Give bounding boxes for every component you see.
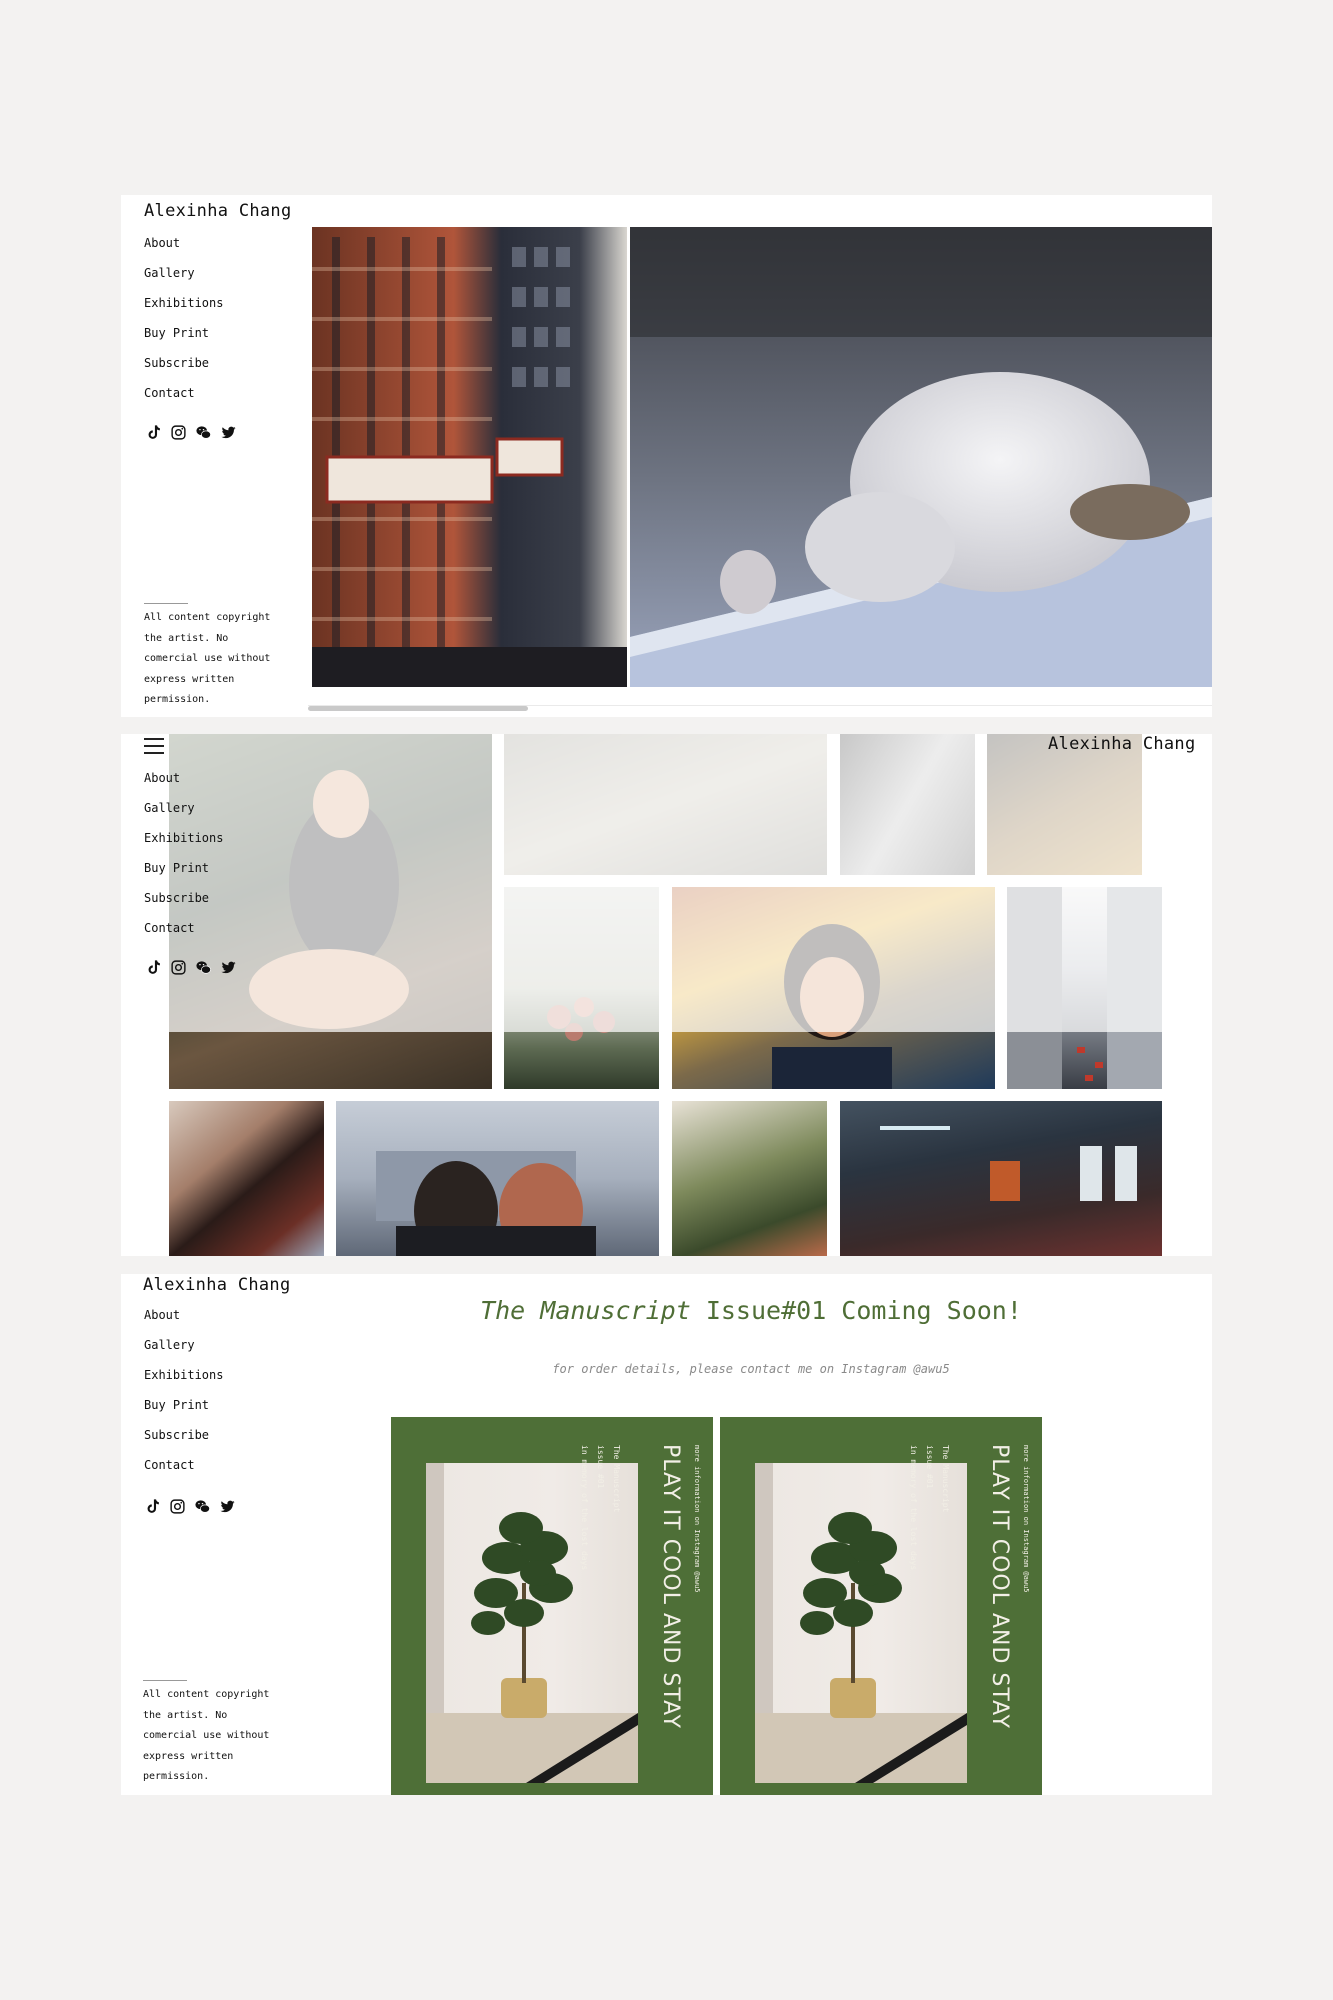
- photo-bw-person[interactable]: [840, 734, 975, 875]
- photo-white-cat[interactable]: [630, 227, 1212, 687]
- cover-line-1: The Manuscript: [941, 1445, 950, 1513]
- nav-gallery[interactable]: Gallery: [144, 265, 223, 295]
- nav-exhibitions[interactable]: Exhibitions: [144, 830, 223, 860]
- instagram-icon[interactable]: [169, 423, 187, 441]
- photo-city-street[interactable]: [1007, 887, 1162, 1089]
- photo-plants-alley[interactable]: [672, 1101, 827, 1256]
- cover-info: more information on Instagram @awu5: [1022, 1445, 1030, 1593]
- photo-hands-phone[interactable]: [169, 1101, 324, 1256]
- twitter-icon[interactable]: [218, 1497, 236, 1515]
- main-nav: About Gallery Exhibitions Buy Print Subs…: [144, 235, 223, 415]
- photo-roses[interactable]: [504, 887, 659, 1089]
- instagram-icon[interactable]: [168, 1497, 186, 1515]
- nav-contact[interactable]: Contact: [144, 1457, 223, 1487]
- photo-street-rail[interactable]: [504, 734, 827, 875]
- main-nav: About Gallery Exhibitions Buy Print Subs…: [144, 770, 223, 950]
- tiktok-icon[interactable]: [143, 1497, 161, 1515]
- nav-gallery[interactable]: Gallery: [144, 800, 223, 830]
- nav-about[interactable]: About: [144, 1307, 223, 1337]
- gallery-grid-layout: Alexinha Chang About Gallery Exhibitions…: [121, 734, 1212, 1256]
- copyright-notice: All content copyright the artist. No com…: [144, 603, 284, 711]
- tiktok-icon[interactable]: [144, 958, 162, 976]
- nav-buy-print[interactable]: Buy Print: [144, 860, 223, 890]
- nav-subscribe[interactable]: Subscribe: [144, 890, 223, 920]
- site-title[interactable]: Alexinha Chang: [1048, 734, 1196, 754]
- instagram-icon[interactable]: [169, 958, 187, 976]
- cover-photo-fiddle-leaf-plant: [755, 1463, 967, 1783]
- manuscript-cover[interactable]: more information on Instagram @awu5 PLAY…: [391, 1417, 713, 1795]
- photo-hongkong-building[interactable]: [312, 227, 627, 687]
- cover-line-3: in memory of the lost days: [580, 1445, 589, 1571]
- cover-title: PLAY IT COOL AND STAY: [658, 1444, 683, 1729]
- photo-ferry-interior[interactable]: [840, 1101, 1162, 1256]
- page-headline: The Manuscript Issue#01 Coming Soon!: [301, 1296, 1201, 1325]
- headline-title: The Manuscript: [480, 1296, 691, 1325]
- tiktok-icon[interactable]: [144, 423, 162, 441]
- nav-contact[interactable]: Contact: [144, 920, 223, 950]
- cover-info: more information on Instagram @awu5: [693, 1445, 701, 1593]
- photo-portrait-stained-glass[interactable]: [672, 887, 995, 1089]
- social-links: [144, 958, 237, 976]
- horizontal-scrollbar-thumb[interactable]: [308, 706, 528, 711]
- photo-two-girls-window[interactable]: [336, 1101, 659, 1256]
- site-title[interactable]: Alexinha Chang: [144, 201, 292, 221]
- nav-exhibitions[interactable]: Exhibitions: [144, 295, 223, 325]
- manuscript-cover[interactable]: more information on Instagram @awu5 PLAY…: [720, 1417, 1042, 1795]
- cover-line-2: issue #01: [596, 1445, 605, 1489]
- wechat-icon[interactable]: [193, 1497, 211, 1515]
- nav-about[interactable]: About: [144, 235, 223, 265]
- nav-about[interactable]: About: [144, 770, 223, 800]
- order-details-note: for order details, please contact me on …: [552, 1362, 950, 1376]
- nav-gallery[interactable]: Gallery: [144, 1337, 223, 1367]
- copyright-notice: All content copyright the artist. No com…: [143, 1680, 283, 1788]
- nav-buy-print[interactable]: Buy Print: [144, 325, 223, 355]
- cover-line-3: in memory of the lost days: [909, 1445, 918, 1571]
- wechat-icon[interactable]: [194, 423, 212, 441]
- main-nav: About Gallery Exhibitions Buy Print Subs…: [144, 1307, 223, 1487]
- twitter-icon[interactable]: [219, 423, 237, 441]
- cover-title: PLAY IT COOL AND STAY: [987, 1444, 1012, 1729]
- twitter-icon[interactable]: [219, 958, 237, 976]
- cover-line-1: The Manuscript: [612, 1445, 621, 1513]
- nav-subscribe[interactable]: Subscribe: [144, 355, 223, 385]
- nav-exhibitions[interactable]: Exhibitions: [144, 1367, 223, 1397]
- gallery-horizontal-layout: Alexinha Chang About Gallery Exhibitions…: [121, 195, 1212, 717]
- hamburger-menu-icon[interactable]: [144, 736, 164, 756]
- social-links: [143, 1497, 236, 1515]
- site-title[interactable]: Alexinha Chang: [143, 1275, 291, 1295]
- social-links: [144, 423, 237, 441]
- nav-subscribe[interactable]: Subscribe: [144, 1427, 223, 1457]
- wechat-icon[interactable]: [194, 958, 212, 976]
- cover-line-2: issue #01: [925, 1445, 934, 1489]
- nav-contact[interactable]: Contact: [144, 385, 223, 415]
- manuscript-announcement-page: Alexinha Chang About Gallery Exhibitions…: [121, 1274, 1212, 1795]
- headline-rest: Issue#01 Coming Soon!: [690, 1296, 1022, 1325]
- cover-photo-fiddle-leaf-plant: [426, 1463, 638, 1783]
- photo-floral-dress[interactable]: [987, 734, 1142, 875]
- nav-buy-print[interactable]: Buy Print: [144, 1397, 223, 1427]
